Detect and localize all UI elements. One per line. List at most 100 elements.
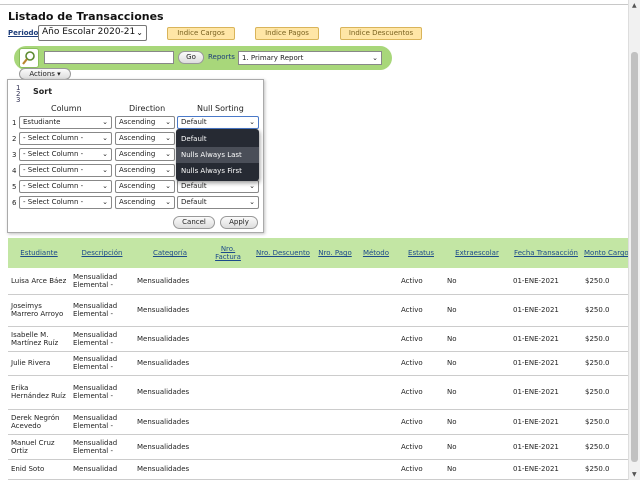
table-cell: Erika Hernández Ruíz — [8, 375, 70, 410]
table-cell: $250.0 — [582, 268, 628, 295]
table-row: Erika Hernández Ruíz Mensualidad Elementa… — [8, 375, 628, 410]
scroll-up-icon[interactable]: ▲ — [632, 2, 637, 9]
direction-select[interactable]: Ascending ⌄ — [115, 148, 175, 161]
table-cell: Mensualidades — [134, 375, 206, 410]
periodo-select[interactable]: Año Escolar 2020-21 ⌄ — [38, 25, 147, 41]
table-row: Joseimys Marrero Arroyo Mensualidad Eleme… — [8, 294, 628, 327]
select-value: - Select Column - — [23, 182, 84, 190]
table-cell — [250, 294, 316, 327]
null-sorting-select[interactable]: Default ⌄ — [177, 196, 259, 209]
column-header[interactable]: Nro. Descuento — [250, 238, 316, 268]
dropdown-option-default[interactable]: Default — [176, 131, 259, 147]
search-icon[interactable] — [19, 48, 39, 68]
table-cell — [206, 326, 250, 352]
table-cell: Activo — [398, 268, 444, 295]
scrollbar-thumb[interactable] — [631, 52, 638, 462]
table-cell: Mensualidades — [134, 459, 206, 480]
column-header[interactable]: Extraescolar — [444, 238, 510, 268]
direction-header: Direction — [129, 104, 166, 113]
apply-button[interactable]: Apply — [220, 216, 258, 229]
chevron-down-icon: ⌄ — [165, 166, 171, 174]
table-row: Isabelle M. Martínez Ruíz Mensualidad Ele… — [8, 326, 628, 352]
select-value: Ascending — [119, 198, 156, 206]
direction-select[interactable]: Ascending ⌄ — [115, 132, 175, 145]
dropdown-option-nulls-last[interactable]: Nulls Always Last — [176, 147, 259, 163]
select-value: - Select Column - — [23, 134, 84, 142]
column-select[interactable]: Estudiante ⌄ — [19, 116, 112, 129]
reports-select[interactable]: 1. Primary Report ⌄ — [238, 51, 382, 65]
null-sorting-select[interactable]: Default ⌄ — [177, 180, 259, 193]
reports-value: 1. Primary Report — [242, 54, 304, 62]
column-header[interactable]: Estudiante — [8, 238, 70, 268]
column-select[interactable]: - Select Column - ⌄ — [19, 180, 112, 193]
table-cell: Mensualidades — [134, 409, 206, 435]
column-select[interactable]: - Select Column - ⌄ — [19, 132, 112, 145]
tab-indice-cargos[interactable]: Indice Cargos — [167, 27, 235, 40]
search-input[interactable] — [44, 51, 174, 64]
column-header[interactable]: Estatus — [398, 238, 444, 268]
table-cell — [354, 459, 398, 480]
column-header[interactable]: Nro. Factura — [206, 238, 250, 268]
row-number: 5 — [12, 183, 17, 191]
table-cell: Mensualidades — [134, 434, 206, 460]
column-header[interactable]: Fecha Transacción — [510, 238, 582, 268]
table-cell — [354, 434, 398, 460]
table-cell: 01-ENE-2021 — [510, 351, 582, 376]
cancel-button[interactable]: Cancel — [173, 216, 215, 229]
periodo-label[interactable]: Periodo — [8, 29, 38, 37]
table-cell: Manuel Cruz Ortiz — [8, 434, 70, 460]
column-select[interactable]: - Select Column - ⌄ — [19, 196, 112, 209]
table-cell — [316, 434, 354, 460]
table-header-row: Estudiante Descripción Categoría Nro. Fa… — [8, 238, 628, 268]
actions-label: Actions — [29, 70, 55, 78]
direction-select[interactable]: Ascending ⌄ — [115, 116, 175, 129]
table-cell — [316, 409, 354, 435]
table-row: Derek Negrón Acevedo Mensualidad Elementa… — [8, 409, 628, 435]
table-cell: Activo — [398, 351, 444, 376]
select-value: - Select Column - — [23, 150, 84, 158]
column-select[interactable]: - Select Column - ⌄ — [19, 164, 112, 177]
direction-select[interactable]: Ascending ⌄ — [115, 164, 175, 177]
go-button[interactable]: Go — [178, 51, 204, 64]
table-cell — [206, 409, 250, 435]
table-cell: No — [444, 268, 510, 295]
table-cell — [206, 459, 250, 480]
column-header[interactable]: Monto Cargo — [582, 238, 628, 268]
page-scrollbar[interactable]: ▲ ▼ — [628, 0, 640, 480]
column-header[interactable]: Categoría — [134, 238, 206, 268]
scroll-down-icon[interactable]: ▼ — [632, 471, 637, 478]
row-number: 2 — [12, 135, 17, 143]
table-cell: $250.0 — [582, 409, 628, 435]
table-cell: 01-ENE-2021 — [510, 294, 582, 327]
tab-indice-pagos[interactable]: Indice Pagos — [255, 27, 319, 40]
select-value: - Select Column - — [23, 166, 84, 174]
column-select[interactable]: - Select Column - ⌄ — [19, 148, 112, 161]
table-cell: No — [444, 409, 510, 435]
select-value: Ascending — [119, 150, 156, 158]
direction-select[interactable]: Ascending ⌄ — [115, 196, 175, 209]
table-cell: $250.0 — [582, 294, 628, 327]
dropdown-option-nulls-first[interactable]: Nulls Always First — [176, 163, 259, 179]
table-cell: Activo — [398, 294, 444, 327]
column-header[interactable]: Descripción — [70, 238, 134, 268]
direction-select[interactable]: Ascending ⌄ — [115, 180, 175, 193]
table-cell: Mensualidad — [70, 459, 134, 480]
column-header[interactable]: Nro. Pago — [316, 238, 354, 268]
select-value: Estudiante — [23, 118, 61, 126]
table-cell: Isabelle M. Martínez Ruíz — [8, 326, 70, 352]
column-header[interactable]: Método — [354, 238, 398, 268]
table-cell — [354, 326, 398, 352]
select-value: Ascending — [119, 134, 156, 142]
tab-indice-descuentos[interactable]: Indice Descuentos — [340, 27, 422, 40]
table-cell — [250, 351, 316, 376]
table-cell: Mensualidades — [134, 351, 206, 376]
table-cell: No — [444, 351, 510, 376]
table-cell — [316, 351, 354, 376]
table-cell: No — [444, 326, 510, 352]
table-cell — [316, 459, 354, 480]
table-cell: $250.0 — [582, 375, 628, 410]
chevron-down-icon: ⌄ — [136, 28, 143, 37]
table-cell: Mensualidad Elemental - — [70, 351, 134, 376]
null-sorting-select[interactable]: Default ⌄ — [177, 116, 259, 129]
table-cell — [316, 268, 354, 295]
